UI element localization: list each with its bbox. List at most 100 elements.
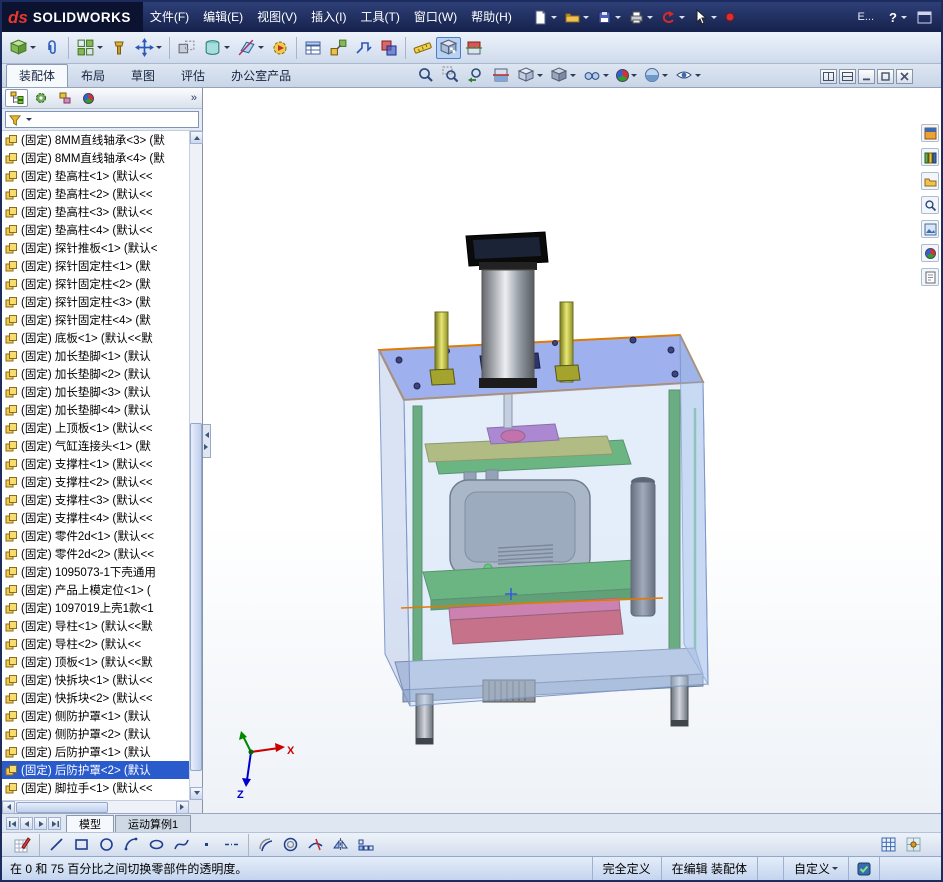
command-tab[interactable]: 评估 (168, 64, 218, 87)
point-icon[interactable] (195, 834, 218, 856)
tree-item[interactable]: (固定) 底板<1> (默认<<默 (2, 329, 189, 347)
custom-status-dropdown[interactable]: 自定义 (783, 857, 848, 880)
search-icon[interactable] (921, 196, 939, 214)
previous-view-icon[interactable] (464, 64, 488, 86)
scroll-down-button[interactable] (190, 787, 203, 800)
rectangle-icon[interactable] (70, 834, 93, 856)
grid-icon[interactable] (877, 834, 900, 856)
tree-item[interactable]: (固定) 脚拉手<1> (默认<< (2, 779, 189, 797)
next-tab-button[interactable] (34, 817, 47, 830)
tree-item[interactable]: (固定) 1097019上壳1款<1 (2, 599, 189, 617)
mate-icon[interactable] (40, 37, 64, 59)
tree-item[interactable]: (固定) 8MM直线轴承<4> (默 (2, 149, 189, 167)
linear-sketch-pattern-icon[interactable] (354, 834, 377, 856)
document-tab[interactable]: 运动算例1 (115, 815, 191, 832)
appearances-tab-icon[interactable] (77, 89, 100, 107)
menu-item[interactable]: 编辑(E) (196, 2, 250, 32)
record-icon[interactable] (721, 6, 739, 28)
bill-of-materials-icon[interactable] (301, 37, 325, 59)
tree-item[interactable]: (固定) 导柱<1> (默认<<默 (2, 617, 189, 635)
reference-geometry-icon[interactable] (234, 37, 267, 59)
tree-item[interactable]: (固定) 侧防护罩<2> (默认 (2, 725, 189, 743)
equations-icon[interactable]: E... (852, 6, 881, 28)
section-view-icon[interactable] (489, 64, 513, 86)
open-icon[interactable] (561, 6, 592, 28)
document-tab[interactable]: 模型 (66, 815, 114, 832)
ellipse-icon[interactable] (145, 834, 168, 856)
snap-icon[interactable] (902, 834, 925, 856)
circle-icon[interactable] (95, 834, 118, 856)
print-icon[interactable] (625, 6, 656, 28)
last-tab-button[interactable] (48, 817, 61, 830)
view-palette-icon[interactable] (921, 220, 939, 238)
close-icon[interactable] (896, 69, 913, 84)
graphics-viewport[interactable]: X Z (203, 88, 941, 813)
status-indicator[interactable] (848, 857, 879, 880)
tree-item[interactable]: (固定) 加长垫脚<2> (默认 (2, 365, 189, 383)
menu-item[interactable]: 插入(I) (304, 2, 353, 32)
tree-item[interactable]: (固定) 气缸连接头<1> (默 (2, 437, 189, 455)
move-component-icon[interactable] (132, 37, 165, 59)
prev-tab-button[interactable] (20, 817, 33, 830)
tree-item[interactable]: (固定) 侧防护罩<1> (默认 (2, 707, 189, 725)
tree-item[interactable]: (固定) 快拆块<2> (默认<< (2, 689, 189, 707)
window-icon[interactable] (914, 6, 935, 28)
apply-scene-icon[interactable] (641, 64, 671, 86)
tree-item[interactable]: (固定) 零件2d<2> (默认<< (2, 545, 189, 563)
horizontal-scroll-thumb[interactable] (16, 802, 108, 813)
featuremanager-icon[interactable] (5, 89, 28, 107)
show-hidden-components-icon[interactable] (174, 37, 199, 59)
tree-item[interactable]: (固定) 探针固定柱<1> (默 (2, 257, 189, 275)
menu-item[interactable]: 工具(T) (354, 2, 407, 32)
command-tab[interactable]: 装配体 (6, 64, 68, 87)
help-icon[interactable]: ? (884, 6, 910, 28)
menu-item[interactable]: 视图(V) (250, 2, 304, 32)
assembly-features-icon[interactable] (200, 37, 233, 59)
design-library-icon[interactable] (921, 148, 939, 166)
filter-input[interactable] (5, 111, 199, 128)
tree-item[interactable]: (固定) 垫高柱<1> (默认<< (2, 167, 189, 185)
new-document-icon[interactable] (529, 6, 560, 28)
tree-horizontal-scrollbar[interactable] (2, 800, 189, 813)
file-explorer-icon[interactable] (921, 172, 939, 190)
offset-entities-icon[interactable] (279, 834, 302, 856)
tree-item[interactable]: (固定) 支撑柱<4> (默认<< (2, 509, 189, 527)
3d-assembly-model[interactable]: X Z (203, 88, 941, 813)
configurationmanager-icon[interactable] (53, 89, 76, 107)
menu-item[interactable]: 窗口(W) (407, 2, 464, 32)
section-view-toolbar-icon[interactable] (462, 37, 486, 59)
command-tab[interactable]: 草图 (118, 64, 168, 87)
custom-properties-icon[interactable] (921, 268, 939, 286)
tree-item[interactable]: (固定) 支撑柱<2> (默认<< (2, 473, 189, 491)
panel-splitter-handle[interactable] (203, 424, 211, 458)
menu-item[interactable]: 文件(F) (143, 2, 196, 32)
measure-icon[interactable] (410, 37, 435, 59)
tree-item[interactable]: (固定) 后防护罩<2> (默认 (2, 761, 189, 779)
mirror-entities-icon[interactable] (329, 834, 352, 856)
scroll-right-button[interactable] (176, 801, 189, 814)
exploded-view-icon[interactable] (326, 37, 351, 59)
tree-item[interactable]: (固定) 探针固定柱<4> (默 (2, 311, 189, 329)
change-transparency-icon[interactable] (436, 37, 461, 59)
tree-item[interactable]: (固定) 上顶板<1> (默认<< (2, 419, 189, 437)
select-icon[interactable] (689, 6, 720, 28)
convert-entities-icon[interactable] (254, 834, 277, 856)
panel-overflow-chevrons[interactable]: » (191, 92, 199, 104)
edit-appearance-icon[interactable] (613, 64, 640, 86)
command-tab[interactable]: 布局 (68, 64, 118, 87)
viewport-layout-icon[interactable] (820, 69, 837, 84)
sketch-icon[interactable] (10, 834, 34, 856)
tree-item[interactable]: (固定) 探针推板<1> (默认< (2, 239, 189, 257)
minimize-icon[interactable] (858, 69, 875, 84)
zoom-fit-icon[interactable] (414, 64, 438, 86)
tree-item[interactable]: (固定) 加长垫脚<3> (默认 (2, 383, 189, 401)
save-icon[interactable] (593, 6, 624, 28)
insert-components-icon[interactable] (6, 37, 39, 59)
scroll-left-button[interactable] (2, 801, 15, 814)
spline-icon[interactable] (170, 834, 193, 856)
scroll-up-button[interactable] (190, 131, 203, 144)
appearances-icon[interactable] (921, 244, 939, 262)
tree-item[interactable]: (固定) 垫高柱<4> (默认<< (2, 221, 189, 239)
resources-icon[interactable] (921, 124, 939, 142)
explode-line-sketch-icon[interactable] (352, 37, 376, 59)
